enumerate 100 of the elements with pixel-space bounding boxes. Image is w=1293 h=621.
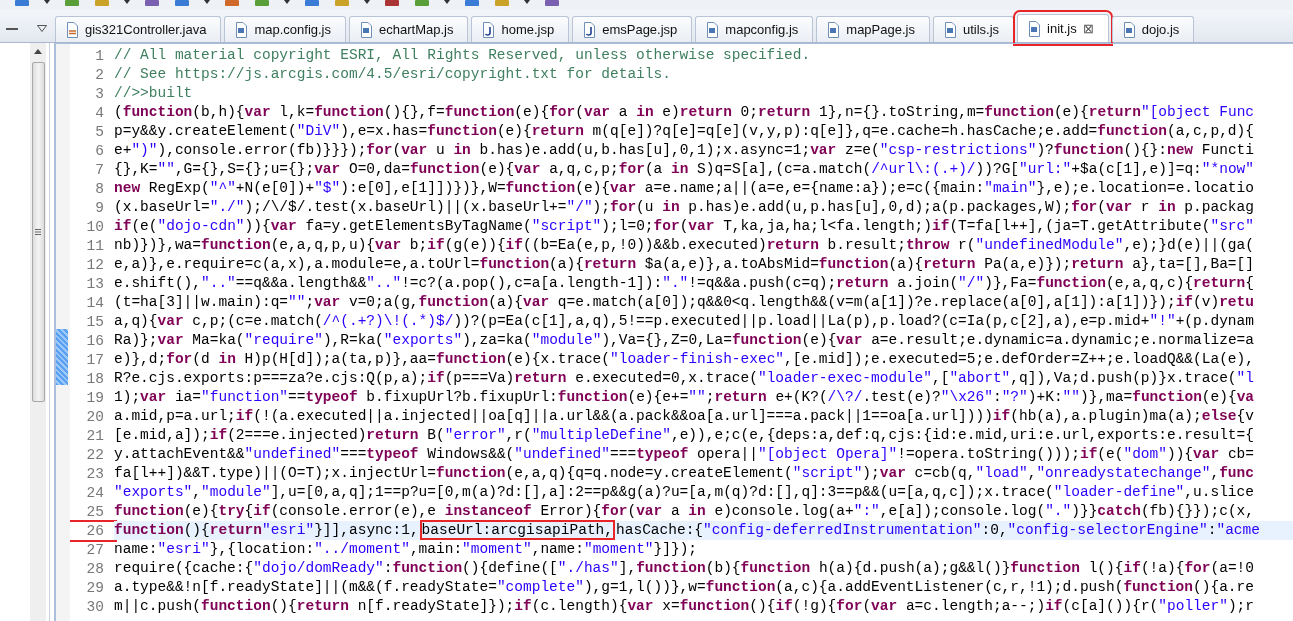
code-line: (function(b,h){var l,k=function(){},f=function(e){for(var a in e)return 0;return 1},n={}.toString,m=function(e){return"[object Func <box>114 103 1256 122</box>
file-icon <box>65 21 79 38</box>
line-number: 26 <box>70 522 114 539</box>
toolbar-icon[interactable] <box>304 0 320 7</box>
dropdown-caret-icon[interactable] <box>44 0 50 4</box>
code-line: y.attachEvent&&"undefined"===typeof Windows&&("undefined"===typeof opera||"[object Opera]"!=opera.toString()));if(e("dom")){var cb= <box>114 445 1255 464</box>
line-number: 23 <box>85 465 105 482</box>
line-number: 15 <box>85 313 105 330</box>
code-line: fa[l++])&&T.type)||(O=T);x.injectUrl=function(e,a,q){q=q.node=y.createElement("script");var c=cb(q,"load","onreadystatechange",func <box>114 464 1255 483</box>
scroll-thumb[interactable] <box>31 62 45 402</box>
line-number: 20 <box>85 408 105 425</box>
view-menu-icon[interactable] <box>37 25 47 32</box>
line-number: 13 <box>85 275 105 292</box>
editor-tab[interactable]: home.jsp <box>471 16 570 42</box>
code-line: p=y&&y.createElement("DiV"),e=x.has=function(e){return m(q[e])?q[e]=q[e](v,y,p):q[e]},q=e.cache=h.hasCache;e.add=function(a,c,p,d){ <box>114 122 1255 141</box>
file-icon <box>582 21 597 38</box>
code-line: new RegExp("^"+N(e[0])+"$"):e[0],e[1]])})},W=function(e){var a=e.name;a||(a=e,e={name:a});e=c({main:"main"},e);e.location=e.locatio <box>114 179 1255 198</box>
line-number: 21 <box>85 427 105 444</box>
scrollbar[interactable] <box>30 43 46 621</box>
toolbar-icon[interactable] <box>464 0 480 7</box>
line-number: 4 <box>94 104 105 121</box>
editor-tab[interactable]: echartMap.js <box>349 16 469 42</box>
line-number: 24 <box>85 484 105 501</box>
line-number: 30 <box>85 598 105 615</box>
line-number: 18 <box>85 370 105 387</box>
line-number: 3 <box>94 85 105 102</box>
toolbar-icon[interactable] <box>14 0 30 7</box>
dropdown-caret-icon[interactable] <box>204 0 210 4</box>
toolbar-icon[interactable] <box>414 0 430 7</box>
code-line: a.type&&!n[f.readyState]||(m&&(f.readyState="complete"),g=1,l())},w=function(a,c){a.addEventListener(c,r,!1);d.push(function(){a.re <box>114 578 1255 597</box>
file-icon <box>359 21 373 38</box>
line-number: 10 <box>85 218 105 235</box>
line-number: 28 <box>85 560 105 577</box>
file-icon <box>1121 21 1136 38</box>
line-number: 19 <box>85 389 105 406</box>
code-line: 1);var ia="function"==typeof b.fixupUrl?b.fixupUrl:function(e){e+="";return e+(K?(/\?/.test(e)?"\x26":"?")+K:"")},ma=function(e){va <box>114 388 1256 407</box>
code-line: require({cache:{"dojo/domReady":function(){define(["./has"],function(b){function h(a){d.push(a);g&&l()}function l(){if(!a){for(a=!0 <box>114 559 1256 578</box>
code-line: name:"esri"},{location:"../moment",main:"moment",name:"moment"}]}); <box>114 540 699 559</box>
code-line: {},K="",G={},S={};u={};var O=0,da=function(e){var a,q,c,p;for(a in S)q=S[a],(c=a.match(/^url\:(.+)/))?G["url:"+$a(c[1],e)]=q:"*now" <box>114 160 1256 179</box>
line-number: 11 <box>85 237 105 254</box>
line-number: 29 <box>85 579 105 596</box>
code-line: R?e.cjs.exports:p===za?e.cjs:Q(p,a);if(p===Va)return e.executed=0,x.trace("loader-exec-module",["abort",q]),Va;d.push(p)}x.trace("l <box>114 369 1255 388</box>
code-line: "exports","module"],u=[0,a,q];1==p?u=[0,m(a)?d:[],a]:2==p&&g(a)?u=[a,m(q)?d:[],q]:3==p&&(u=[a,q,c]);x.trace("loader-define",u.slice <box>114 483 1255 502</box>
code-line: if(e("dojo-cdn")){var fa=y.getElementsByTagName("script");l=0;for(var T,ka,ja,ha;l<fa.length;)if(T=fa[l++],(ja=T.getAttribute("src" <box>114 217 1255 236</box>
code-line: // See https://js.arcgis.com/4.5/esri/copyright.txt for details. <box>114 65 672 84</box>
code-line: a.mid,p=a.url;if(!(a.executed||a.injected||oa[q]||a.url&&(a.pack&&oa[a.url]===a.pack||1==oa[a.url])))if(hb(a),a.plugin)ma(a);else{v <box>114 407 1255 426</box>
code-line: [e.mid,a]);if(2===e.injected)return B("error",r("multipleDefine",e)),e;c(e,{deps:a,def:q,cjs:{id:e.mid,uri:e.url,exports:e.result={ <box>114 426 1255 445</box>
toolbar-icon[interactable] <box>254 0 270 7</box>
code-line: e.shift(),".."==q&&a.length&&".."!=c?(a.pop(),c=a[a.length-1]):"."!=q&&a.push(c=q);return a.join("/")},Fa=function(e,a,q,c){return{ <box>114 274 1255 293</box>
code-line: // All material copyright ESRI, All Rights Reserved, unless otherwise specified. <box>114 46 812 65</box>
file-icon <box>234 21 249 38</box>
code-line: (t=ha[3]||w.main):q="";var v=0;a(g,function(a){var q=e.match(a[0]);q&&0<q.length&&(v=m(a[1])?e.replace(a[0],a[1]):a[1])});if(v)retu <box>114 293 1255 312</box>
close-icon[interactable]: ⊠ <box>1082 22 1094 35</box>
toolbar-icon[interactable] <box>64 0 80 7</box>
toolbar-icon[interactable] <box>224 0 240 7</box>
line-number: 1 <box>94 47 105 64</box>
line-number: 17 <box>85 351 105 368</box>
editor-tab[interactable]: map.config.js <box>224 16 346 42</box>
line-number: 14 <box>85 294 105 311</box>
line-number: 25 <box>85 503 105 520</box>
file-icon <box>1027 20 1042 37</box>
dropdown-caret-icon[interactable] <box>524 0 530 4</box>
dropdown-caret-icon[interactable] <box>284 0 290 4</box>
editor-tab[interactable]: dojo.js <box>1111 16 1195 42</box>
dropdown-caret-icon[interactable] <box>444 0 450 4</box>
code-line: (x.baseUrl="./");/\/$/.test(x.baseUrl)||(x.baseUrl+="/");for(u in p.has)e.add(u,p.has[u],0,d);a(p.packages,W);for(var r in p.packag <box>114 198 1255 217</box>
file-icon <box>942 21 957 38</box>
toolbar-icon[interactable] <box>144 0 160 7</box>
code-line: Ra)};var Ma=ka("require"),R=ka("exports"),za=ka("module"),Va={},Z=0,La=function(e){var a=e.result;e.dynamic=a.dynamic;e.normalize=a <box>114 331 1256 350</box>
editor-tab[interactable]: utils.js <box>932 16 1015 42</box>
scroll-up-icon[interactable] <box>34 49 42 54</box>
toolbar-icon[interactable] <box>544 0 560 7</box>
line-number: 6 <box>94 142 105 159</box>
line-number: 27 <box>85 541 105 558</box>
toolbar-icon[interactable] <box>384 0 400 7</box>
file-icon <box>481 21 496 38</box>
line-number: 12 <box>85 256 105 273</box>
code-line: e,a)},e.require=c(a,x),a.module=e,a.toUrl=function(a){return $a(a,e)},a.toAbsMid=function(a){return Pa(a,e)});return a},ta=[],Ba=[] <box>114 255 1255 274</box>
file-icon <box>705 21 720 38</box>
line-number: 9 <box>94 199 105 216</box>
dropdown-caret-icon[interactable] <box>124 0 130 4</box>
code-line: e)},d;for(d in H)p(H[d]);a(ta,p)},aa=function(e){x.trace("loader-finish-exec",[e.mid]);e.executed=5;e.defOrder=Z++;e.loadQ&&(La(e), <box>114 350 1255 369</box>
toolbar-icon[interactable] <box>174 0 190 7</box>
grip-icon <box>35 229 41 235</box>
editor-tab[interactable]: gis321Controller.java <box>55 16 222 42</box>
dropdown-caret-icon[interactable] <box>364 0 370 4</box>
change-marker <box>56 329 68 385</box>
editor-tab[interactable]: emsPage.jsp <box>572 16 693 42</box>
code-line: e+")"),console.error(fb)}}});for(var u in b.has)e.add(u,b.has[u],0,1);x.async=1;var z=e("csp-restrictions")?function(){}:new Functi <box>114 141 1255 160</box>
editor-tab[interactable]: mapPage.js <box>816 16 930 42</box>
line-number: 7 <box>94 161 105 178</box>
line-number: 16 <box>85 332 105 349</box>
line-number: 5 <box>94 123 105 140</box>
code-line: nb)})},wa=function(e,a,q,p,u){var b;if(g(e)){if((b=Ea(e,p,!0))&&b.executed)return b.result;throw r("undefinedModule",e);}d(e)||(ga( <box>114 236 1255 255</box>
line-number: 2 <box>94 66 105 83</box>
file-icon <box>826 21 841 38</box>
code-line: m||c.push(function(){return n[f.readyState]});if(c.length){var x=function(){if(!g){for(var a=c.length;a--;)if(c[a]()){r("poller");r <box>114 597 1255 616</box>
line-number: 22 <box>85 446 105 463</box>
code-line: a,q){var c,p;(c=e.match(/^(.+?)\!(.*)$/))?(p=Ea(c[1],a,q),5!==p.executed||p.load||La(p),p.load?(c=Ia(p,c[2],a),e=p.mid+"!"+(p.dynam <box>114 312 1255 331</box>
editor-tab[interactable]: mapconfig.js <box>695 16 814 42</box>
